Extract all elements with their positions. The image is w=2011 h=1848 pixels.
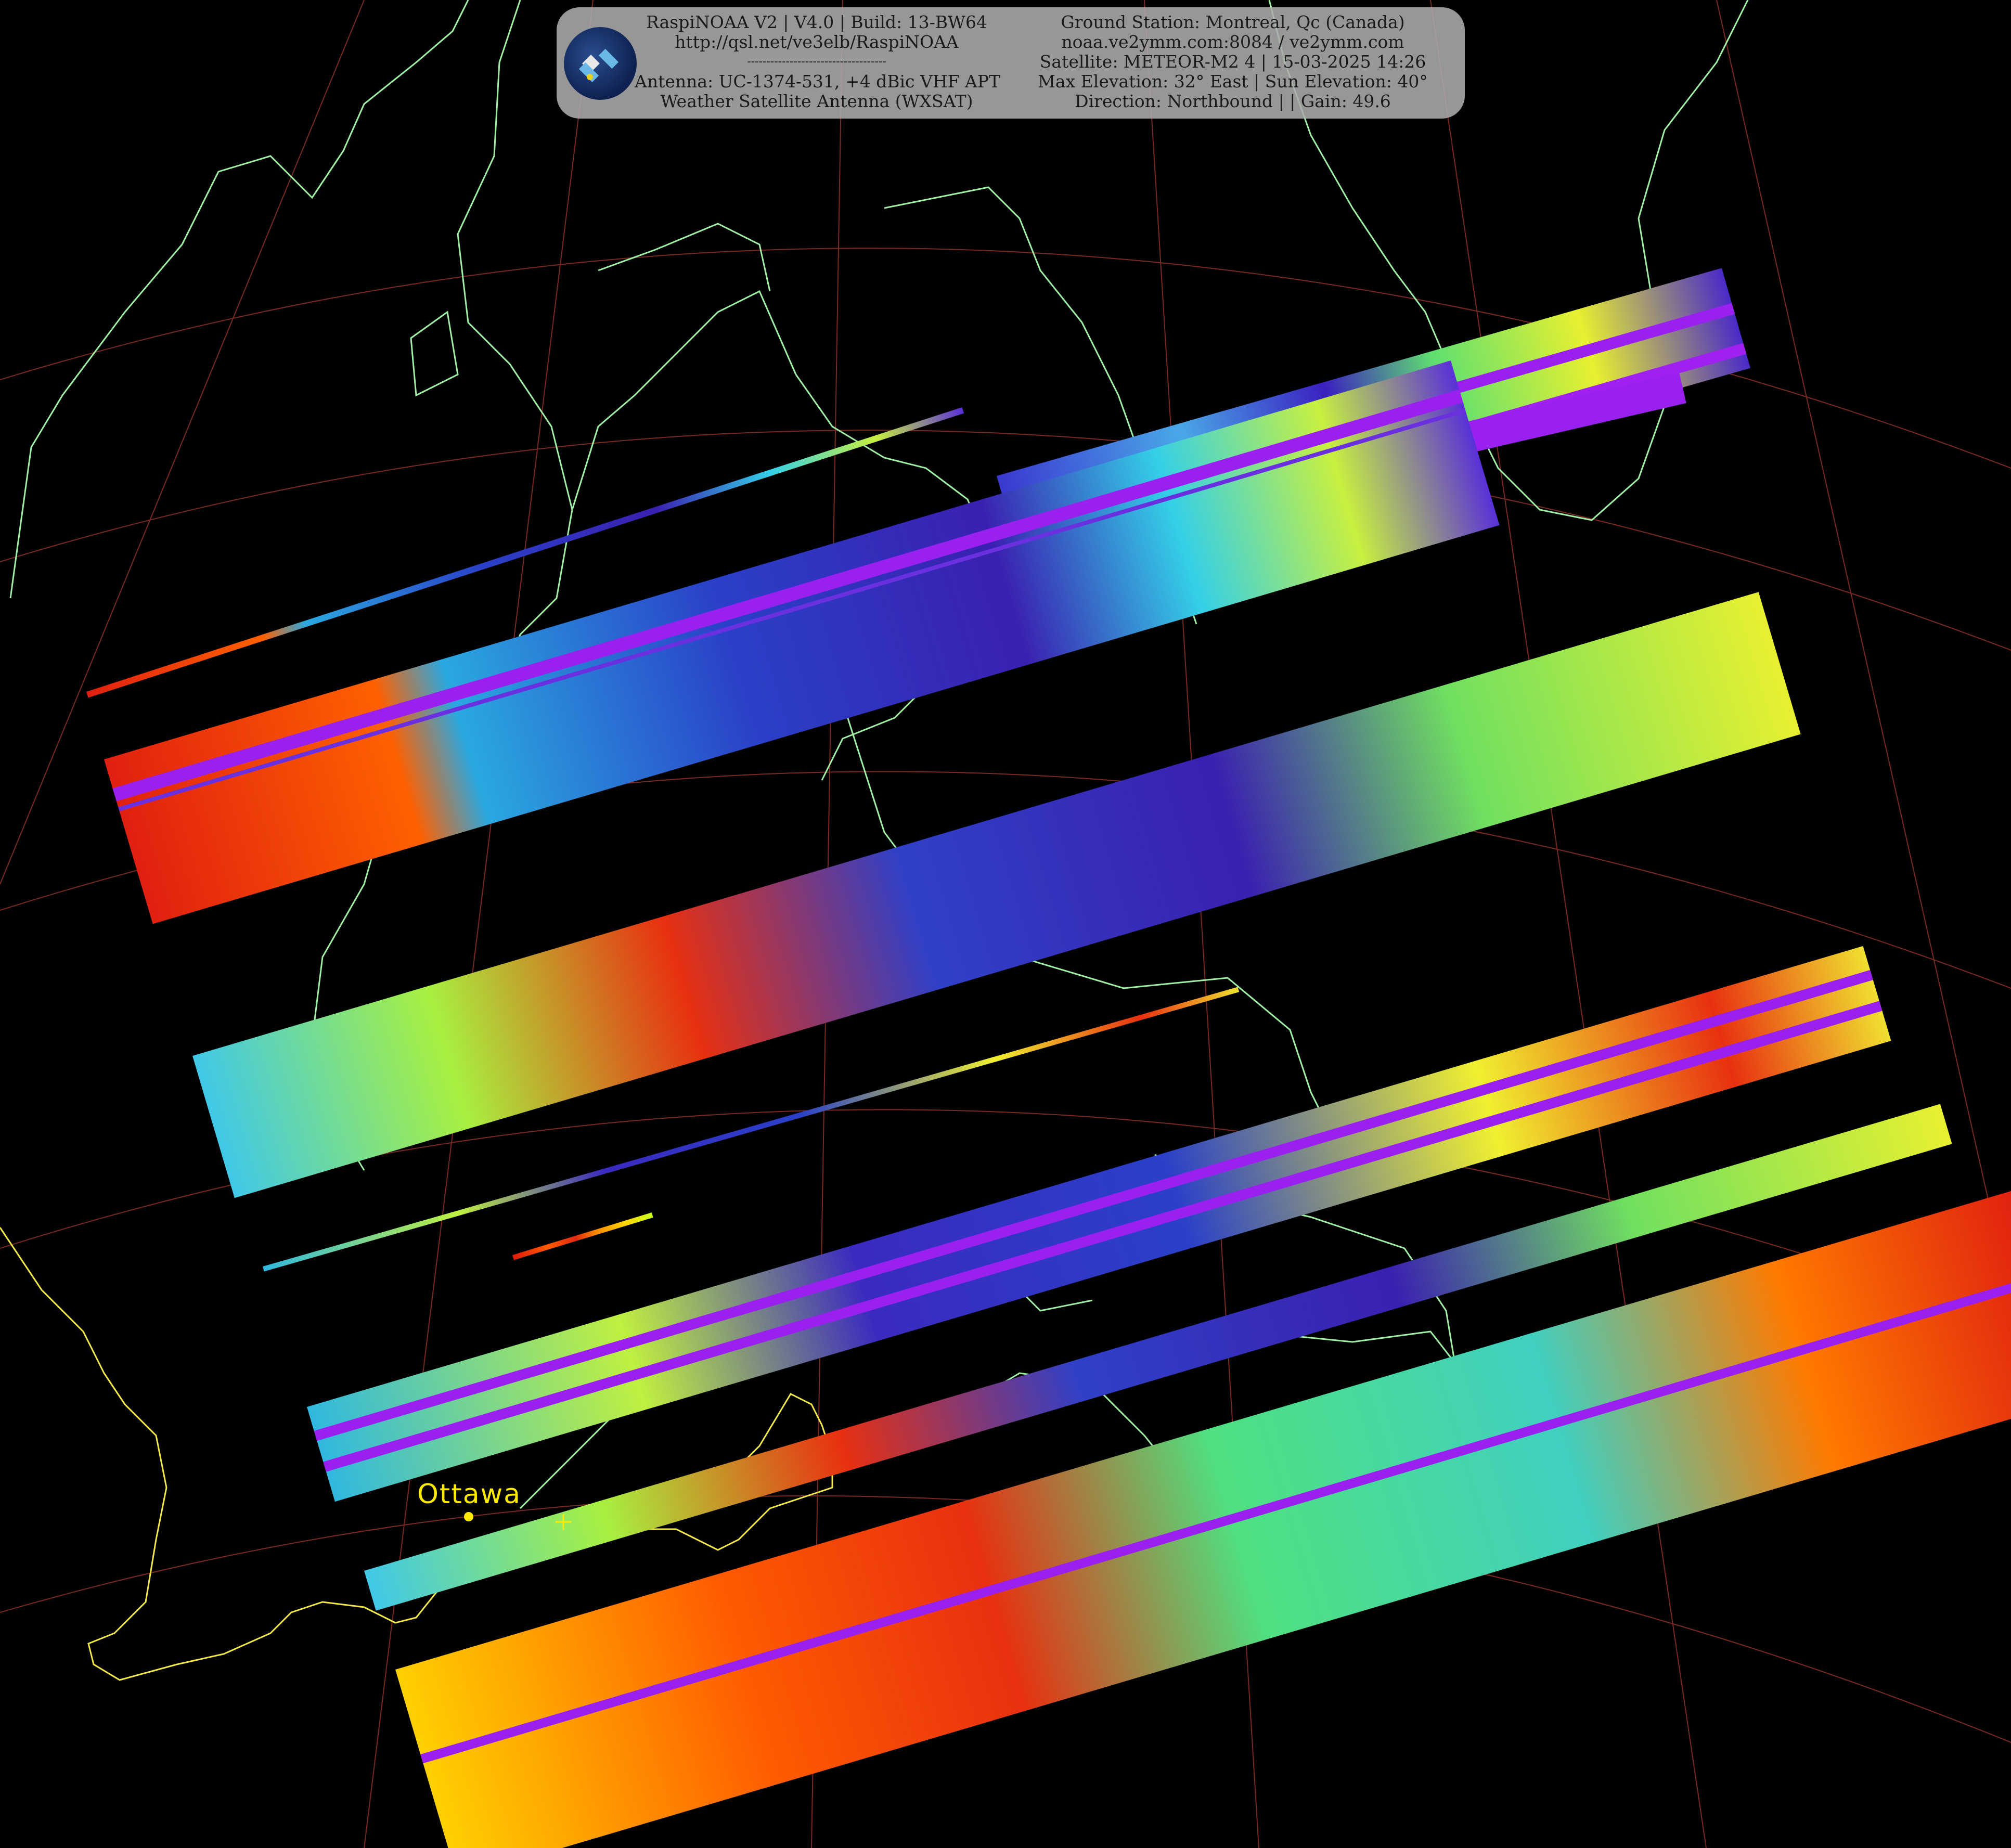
- banner-line2-left: http://qsl.net/ve3elb/RaspiNOAA: [675, 32, 959, 52]
- city-dot-ottawa: [464, 1512, 473, 1521]
- satellite-map: [0, 0, 2011, 1848]
- banner-line5-right: Direction: Northbound | | Gain: 49.6: [1075, 91, 1391, 111]
- banner-line4-left: Antenna: UC-1374-531, +4 dBic VHF APT: [635, 71, 1001, 92]
- banner-line4-right: Max Elevation: 32° East | Sun Elevation:…: [1038, 71, 1428, 92]
- banner-line5-left: Weather Satellite Antenna (WXSAT): [660, 91, 973, 111]
- city-label-ottawa: Ottawa: [417, 1479, 521, 1510]
- banner-line1-left: RaspiNOAA V2 | V4.0 | Build: 13-BW64: [646, 12, 987, 32]
- satellite-logo-icon: [564, 27, 637, 100]
- info-banner: RaspiNOAA V2 | V4.0 | Build: 13-BW64 htt…: [557, 7, 1465, 119]
- banner-line1-right: Ground Station: Montreal, Qc (Canada): [1061, 12, 1405, 32]
- swath-thin-3: [512, 1212, 653, 1260]
- banner-line3-right: Satellite: METEOR-M2 4 | 15-03-2025 14:2…: [1039, 51, 1426, 72]
- banner-separator: ------------------------------------: [747, 55, 886, 68]
- banner-line2-right: noaa.ve2ymm.com:8084 / ve2ymm.com: [1061, 32, 1404, 52]
